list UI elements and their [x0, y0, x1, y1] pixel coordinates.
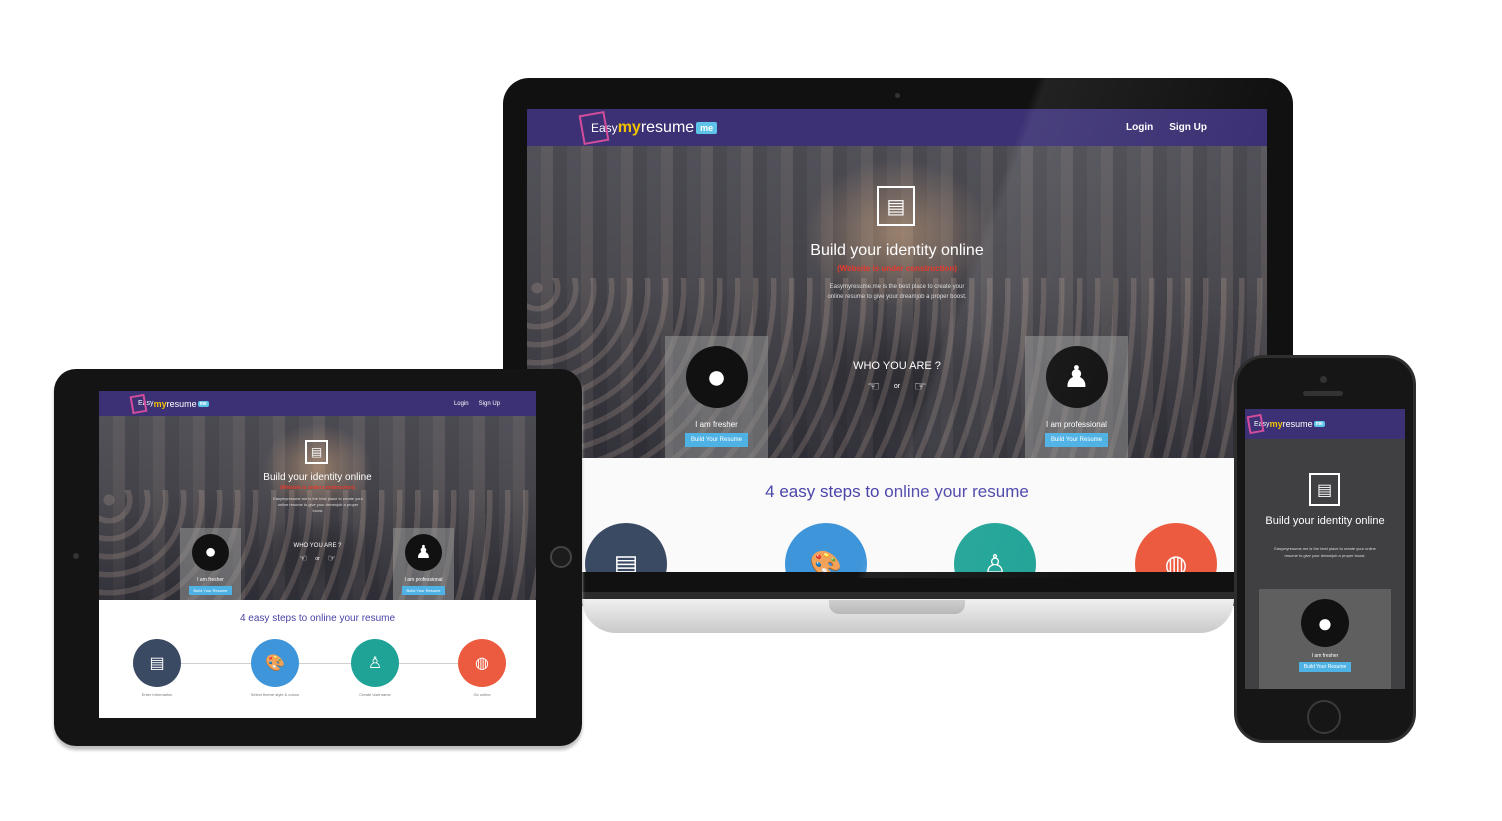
or-text: or: [315, 555, 320, 562]
tablet-camera: [73, 553, 79, 559]
hero-title: Build your identity online: [1265, 515, 1385, 527]
who-choice-row: ☜ or ☞: [527, 378, 1267, 395]
fresher-card: ● I am fresher Build Your Resume: [180, 528, 241, 600]
who-you-are-title: WHO YOU ARE ?: [293, 543, 342, 549]
fresher-card: ● I am fresher Build Your Resume: [1259, 589, 1391, 689]
phone-camera: [1320, 376, 1327, 383]
site-logo[interactable]: Easy my resume me: [578, 110, 718, 145]
fresher-build-button[interactable]: Build Your Resume: [1298, 662, 1352, 672]
thumb-right-icon[interactable]: ☞: [328, 553, 336, 564]
fresher-card: ● I am fresher Build Your Resume: [665, 336, 768, 458]
fresher-label: I am fresher: [695, 420, 738, 429]
step-3-user-icon: ♙: [954, 523, 1036, 572]
devices-mockup: Easy my resume me Login Sign Up ▤ Build …: [0, 0, 1502, 821]
fresher-build-button[interactable]: Build Your Resume: [684, 433, 749, 447]
hero-description: Easymyresume.me is the best place to cre…: [1274, 546, 1376, 558]
login-link[interactable]: Login: [1126, 122, 1153, 133]
login-link[interactable]: Login: [454, 401, 469, 407]
user-silhouette-icon: ●: [685, 346, 748, 408]
steps-section: 4 easy steps to online your resume ▤ 🎨 ♙…: [527, 458, 1267, 572]
steps-section: 4 easy steps to online your resume ▤ 🎨 ♙…: [99, 600, 536, 718]
thumb-left-icon[interactable]: ☜: [867, 378, 880, 395]
nav-links: Login Sign Up: [1126, 122, 1207, 133]
hero-section: ▤ Build your identity online (Website is…: [527, 146, 1267, 458]
navbar: Easy my resume me Login Sign Up: [99, 391, 536, 416]
hero-subtitle: (Website is under construction): [280, 485, 355, 491]
resume-card-icon: ▤: [877, 186, 915, 226]
site-logo[interactable]: Easy my resume me: [129, 393, 209, 414]
signup-link[interactable]: Sign Up: [479, 401, 500, 407]
step-2-palette-icon: 🎨: [785, 523, 867, 572]
hero-section: ▤ Build your identity online Easymyresum…: [1245, 439, 1405, 689]
hero-description: Easymyresume.me is the best place to cre…: [273, 496, 363, 513]
fresher-label: I am fresher: [197, 577, 224, 583]
phone-home-button[interactable]: [1307, 700, 1341, 734]
fresher-build-button[interactable]: Build Your Resume: [189, 586, 232, 595]
laptop-notch: [829, 600, 965, 614]
or-text: or: [893, 383, 901, 390]
navbar: Easy my resume me: [1245, 409, 1405, 439]
laptop-screen: Easy my resume me Login Sign Up ▤ Build …: [527, 109, 1267, 572]
steps-title: 4 easy steps to online your resume: [239, 613, 396, 624]
laptop-camera: [895, 93, 900, 98]
phone-screen: Easy my resume me ▤ Build your identity …: [1245, 409, 1405, 689]
resume-card-icon: ▤: [1309, 473, 1340, 506]
professional-build-button[interactable]: Build Your Resume: [402, 586, 445, 595]
step-2-caption: Select theme style & colour: [250, 692, 300, 697]
tablet-screen: Easy my resume me Login Sign Up ▤ Build …: [99, 391, 536, 718]
hero-subtitle: (Website is under construction): [837, 264, 957, 273]
tablet-home-button[interactable]: [550, 546, 572, 568]
professional-card: ♟ I am professional Build Your Resume: [393, 528, 454, 600]
professional-card: ♟ I am professional Build Your Resume: [1025, 336, 1128, 458]
professional-label: I am professional: [1046, 420, 1107, 429]
professional-user-icon: ♟: [1045, 346, 1108, 408]
who-choice-row: ☜ or ☞: [99, 553, 536, 564]
resume-card-icon: ▤: [305, 440, 328, 464]
hero-description: Easymyresume.me is the best place to cre…: [827, 284, 967, 300]
who-you-are-title: WHO YOU ARE ?: [853, 360, 941, 372]
professional-build-button[interactable]: Build Your Resume: [1044, 433, 1109, 447]
step-1-resume-icon: ▤: [133, 639, 181, 687]
step-4-globe-icon: ◍: [1135, 523, 1217, 572]
step-4-caption: Go online: [473, 692, 491, 697]
site-logo[interactable]: Easy my resume me: [1246, 413, 1325, 435]
thumb-right-icon[interactable]: ☞: [914, 378, 927, 395]
phone-speaker: [1303, 391, 1343, 396]
thumb-left-icon[interactable]: ☜: [299, 553, 307, 564]
fresher-label: I am fresher: [1311, 653, 1339, 659]
navbar: Easy my resume me Login Sign Up: [527, 109, 1267, 146]
step-1-resume-icon: ▤: [585, 523, 667, 572]
step-2-palette-icon: 🎨: [251, 639, 299, 687]
nav-links: Login Sign Up: [454, 401, 500, 407]
user-silhouette-icon: ●: [1301, 599, 1349, 647]
hero-title: Build your identity online: [263, 472, 372, 483]
signup-link[interactable]: Sign Up: [1169, 122, 1207, 133]
step-3-caption: Create Username: [359, 692, 391, 697]
step-1-caption: Enter Information: [141, 692, 173, 697]
step-3-user-icon: ♙: [351, 639, 399, 687]
hero-title: Build your identity online: [810, 242, 984, 259]
professional-user-icon: ♟: [405, 534, 442, 571]
professional-label: I am professional: [404, 577, 443, 583]
step-4-globe-icon: ◍: [458, 639, 506, 687]
hero-section: ▤ Build your identity online (Website is…: [99, 416, 536, 600]
steps-connector-line: [159, 663, 476, 664]
steps-title: 4 easy steps to online your resume: [765, 482, 1029, 501]
